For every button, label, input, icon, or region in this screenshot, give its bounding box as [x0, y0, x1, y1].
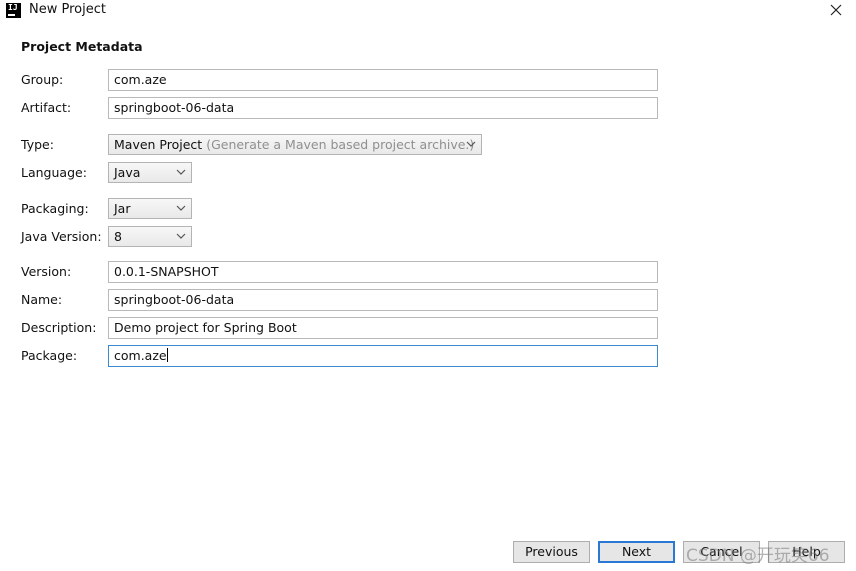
packaging-label: Packaging:: [21, 201, 89, 216]
java-version-label: Java Version:: [21, 229, 102, 244]
chevron-down-icon: [176, 205, 186, 211]
version-label: Version:: [21, 264, 72, 279]
artifact-input[interactable]: springboot-06-data: [108, 97, 658, 119]
help-button[interactable]: Help: [768, 541, 845, 563]
type-select-value: Maven Project: [114, 137, 203, 152]
chevron-down-icon: [176, 169, 186, 175]
type-select-hint: (Generate a Maven based project archive.…: [206, 137, 475, 152]
packaging-select[interactable]: Jar: [108, 198, 192, 219]
name-label: Name:: [21, 292, 63, 307]
language-select[interactable]: Java: [108, 162, 192, 183]
chevron-down-icon: [466, 141, 476, 147]
type-label: Type:: [21, 137, 54, 152]
java-version-select[interactable]: 8: [108, 226, 192, 247]
next-button[interactable]: Next: [598, 541, 675, 563]
new-project-dialog: IJ New Project Project Metadata Group: c…: [0, 0, 856, 571]
name-input[interactable]: springboot-06-data: [108, 289, 658, 311]
type-select[interactable]: Maven Project (Generate a Maven based pr…: [108, 134, 482, 155]
group-input[interactable]: com.aze: [108, 69, 658, 91]
section-heading: Project Metadata: [21, 39, 143, 54]
app-icon-text: IJ: [8, 3, 18, 12]
language-label: Language:: [21, 165, 87, 180]
previous-button[interactable]: Previous: [513, 541, 590, 563]
package-input-value: com.aze: [114, 348, 167, 363]
java-version-select-value: 8: [114, 229, 122, 244]
description-label: Description:: [21, 320, 97, 335]
language-select-value: Java: [114, 165, 141, 180]
group-label: Group:: [21, 72, 64, 87]
close-icon: [830, 4, 842, 16]
intellij-app-icon: IJ: [6, 3, 21, 18]
version-input[interactable]: 0.0.1-SNAPSHOT: [108, 261, 658, 283]
artifact-label: Artifact:: [21, 100, 72, 115]
packaging-select-value: Jar: [114, 201, 131, 216]
cancel-button[interactable]: Cancel: [683, 541, 760, 563]
description-input[interactable]: Demo project for Spring Boot: [108, 317, 658, 339]
text-caret: [166, 348, 168, 362]
package-input[interactable]: com.aze: [108, 345, 658, 367]
package-label: Package:: [21, 348, 78, 363]
window-title: New Project: [29, 2, 106, 17]
chevron-down-icon: [176, 233, 186, 239]
title-bar: IJ New Project: [0, 0, 856, 22]
close-button[interactable]: [822, 0, 850, 20]
